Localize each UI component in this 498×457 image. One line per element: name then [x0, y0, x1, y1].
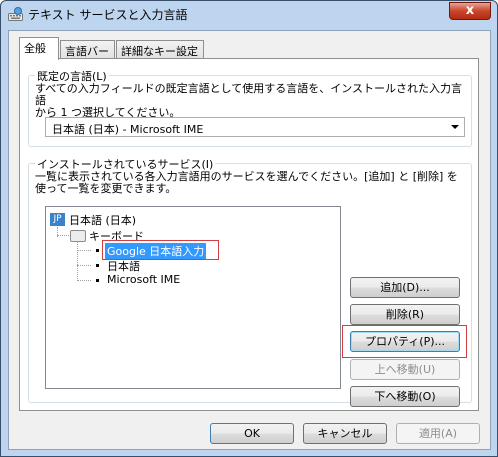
keyboard-globe-icon [8, 7, 23, 21]
apply-button[interactable]: 適用(A) [396, 423, 480, 444]
tree-connector [57, 235, 69, 236]
language-badge-icon: JP [50, 213, 65, 226]
bullet-icon [96, 264, 99, 267]
tree-language-node[interactable]: 日本語 (日本) [69, 212, 136, 228]
tree-connector [77, 250, 91, 251]
default-language-combobox[interactable]: 日本語 (日本) - Microsoft IME [45, 117, 465, 137]
tab-panel-general: 既定の言語(L) すべての入力フィールドの既定言語として使用する言語を、インスト… [19, 58, 479, 411]
ok-button[interactable]: OK [210, 423, 294, 444]
installed-services-group: インストールされているサービス(I) 一覧に表示されている各入力言語用のサービス… [28, 156, 472, 407]
tab-general[interactable]: 全般 [19, 37, 59, 60]
default-language-group: 既定の言語(L) すべての入力フィールドの既定言語として使用する言語を、インスト… [28, 68, 472, 147]
keyboard-icon [70, 230, 86, 242]
tree-item-japanese[interactable]: 日本語 [107, 258, 140, 274]
close-button[interactable]: x [449, 2, 491, 20]
chevron-down-icon[interactable] [451, 125, 459, 129]
services-tree[interactable]: JP 日本語 (日本) キーボード Google 日本語入力 日本語 Micro [45, 206, 341, 389]
default-language-description: すべての入力フィールドの既定言語として使用する言語を、インストールされた入力言語… [35, 82, 463, 119]
dialog-client-area: 全般 言語バー 詳細なキー設定 既定の言語(L) すべての入力フィールドの既定言… [8, 30, 491, 450]
tree-connector [77, 280, 91, 281]
highlight-annotation [102, 240, 219, 260]
move-down-button[interactable]: 下へ移動(O) [350, 386, 460, 407]
move-up-button[interactable]: 上へ移動(U) [350, 359, 460, 380]
default-language-value: 日本語 (日本) - Microsoft IME [52, 123, 204, 136]
tab-advanced-key-settings[interactable]: 詳細なキー設定 [116, 40, 204, 58]
installed-services-description: 一覧に表示されている各入力言語用のサービスを選んでください。[追加] と [削除… [35, 170, 458, 195]
window-title: テキスト サービスと入力言語 [28, 8, 188, 22]
close-icon: x [465, 3, 475, 18]
bullet-icon [96, 249, 99, 252]
bullet-icon [96, 279, 99, 282]
title-bar[interactable]: テキスト サービスと入力言語 x [1, 1, 497, 27]
highlight-annotation [342, 325, 467, 358]
cancel-button[interactable]: キャンセル [303, 423, 387, 444]
remove-button[interactable]: 削除(R) [350, 304, 460, 325]
tree-connector [77, 241, 78, 281]
tree-connector [77, 265, 91, 266]
tree-item-microsoft-ime[interactable]: Microsoft IME [107, 273, 180, 286]
tab-language-bar[interactable]: 言語バー [60, 40, 115, 58]
dialog-window: テキスト サービスと入力言語 x 全般 言語バー 詳細なキー設定 既定の言語(L… [0, 0, 498, 457]
add-button[interactable]: 追加(D)... [350, 277, 460, 298]
